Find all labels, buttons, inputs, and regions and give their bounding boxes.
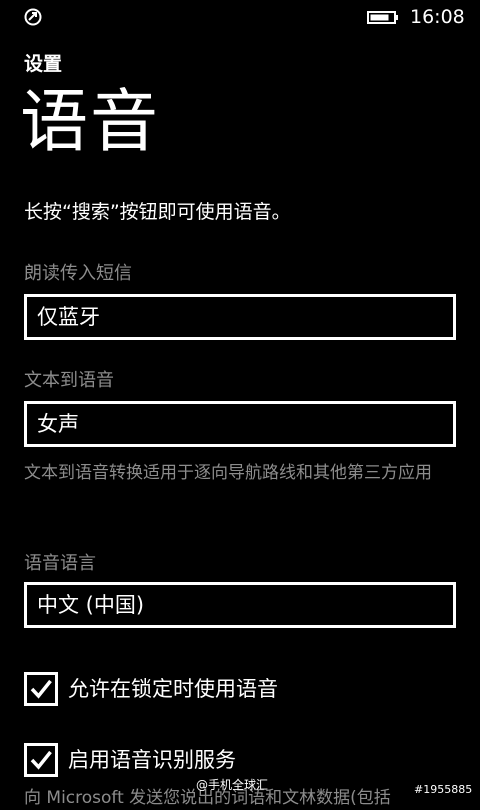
circle-arrow-icon — [24, 8, 42, 26]
tts-voice-value: 女声 — [37, 412, 79, 436]
watermark-id: #1955885 — [414, 783, 473, 796]
status-bar: 16:08 — [0, 0, 480, 34]
watermark: @手机全球汇 — [196, 778, 269, 792]
checkmark-icon — [30, 679, 52, 699]
lock-screen-speech-checkbox[interactable] — [24, 672, 58, 706]
speech-recognition-checkbox[interactable] — [24, 743, 58, 777]
tts-label: 文本到语音 — [24, 370, 114, 391]
page-title: 语音 — [20, 83, 161, 162]
speech-language-label: 语音语言 — [24, 553, 96, 574]
speech-language-value: 中文 (中国) — [37, 593, 145, 617]
clock: 16:08 — [410, 6, 465, 28]
tts-description: 文本到语音转换适用于逐向导航路线和其他第三方应用 — [24, 463, 432, 483]
read-sms-label: 朗读传入短信 — [24, 263, 132, 284]
battery-icon — [367, 11, 398, 24]
read-sms-picker[interactable]: 仅蓝牙 — [24, 294, 456, 340]
app-title: 设置 — [24, 53, 63, 75]
search-hint: 长按“搜索”按钮即可使用语音。 — [24, 201, 291, 223]
speech-recognition-label: 启用语音识别服务 — [68, 748, 236, 772]
tts-voice-picker[interactable]: 女声 — [24, 401, 456, 447]
checkmark-icon — [30, 750, 52, 770]
lock-screen-speech-label: 允许在锁定时使用语音 — [68, 677, 278, 701]
read-sms-value: 仅蓝牙 — [37, 305, 100, 329]
speech-language-picker[interactable]: 中文 (中国) — [24, 582, 456, 628]
